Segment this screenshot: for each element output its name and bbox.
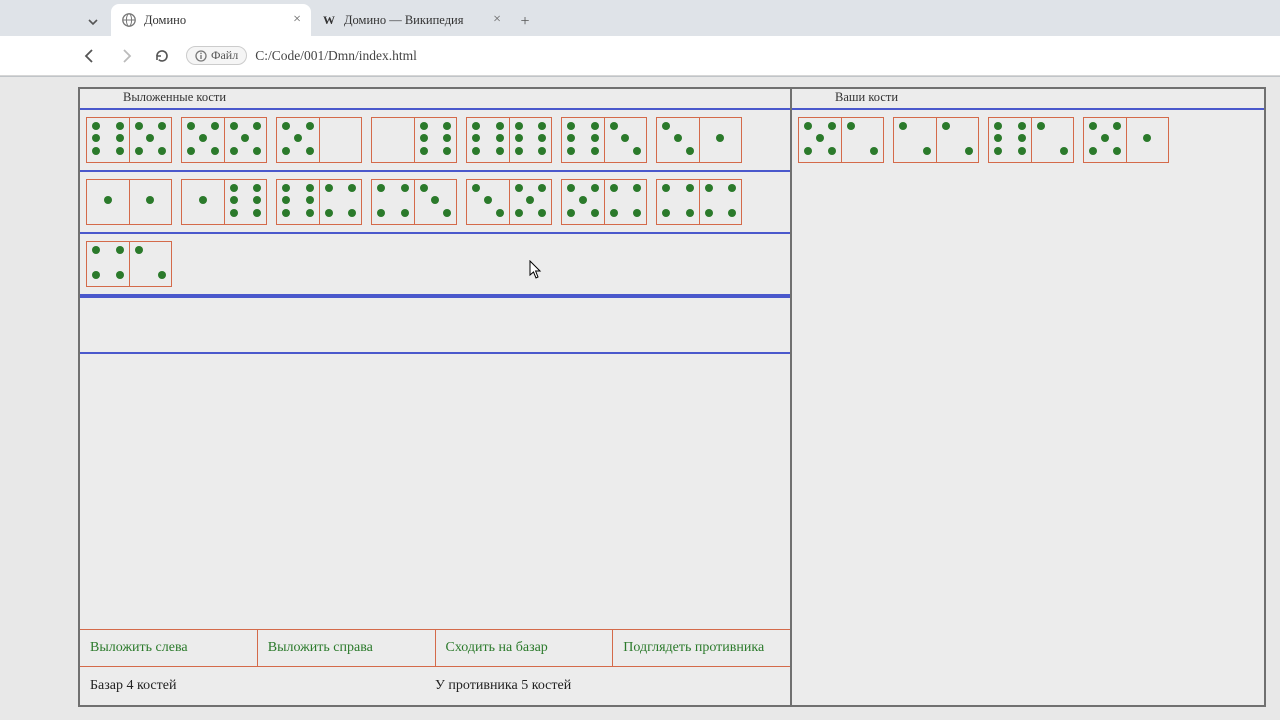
action-place-left[interactable]: Выложить слева: [80, 630, 258, 666]
domino-tile: [466, 117, 552, 163]
domino-half: [562, 118, 604, 162]
played-row: [80, 170, 790, 234]
status-bazaar: Базар 4 костей: [90, 678, 435, 694]
domino-half: [509, 118, 551, 162]
hand-row: [792, 108, 1264, 170]
panel-played: Выложенные кости Выложить слева Выложить…: [80, 89, 792, 705]
domino-half: [894, 118, 936, 162]
domino-tile: [656, 179, 742, 225]
domino-tile: [656, 117, 742, 163]
domino-tile[interactable]: [798, 117, 884, 163]
domino-half: [604, 118, 646, 162]
action-bar: Выложить слева Выложить справа Сходить н…: [80, 629, 790, 667]
domino-tile: [181, 117, 267, 163]
domino-half: [129, 242, 171, 286]
domino-half: [1126, 118, 1168, 162]
domino-half: [372, 118, 414, 162]
domino-half: [224, 118, 266, 162]
domino-half: [604, 180, 646, 224]
browser-chrome: Домино × W Домино — Википедия × + Файл C…: [0, 0, 1280, 77]
domino-half: [87, 242, 129, 286]
domino-half: [129, 180, 171, 224]
played-header: Выложенные кости: [80, 89, 790, 108]
domino-tile: [466, 179, 552, 225]
page-body: Выложенные кости Выложить слева Выложить…: [0, 77, 1280, 719]
played-row-empty: [80, 296, 790, 354]
domino-tile: [561, 117, 647, 163]
tab-wikipedia[interactable]: W Домино — Википедия ×: [311, 4, 511, 36]
domino-tile[interactable]: [893, 117, 979, 163]
domino-half: [277, 118, 319, 162]
tab-title: Домино — Википедия: [344, 13, 486, 28]
action-go-bazaar[interactable]: Сходить на базар: [436, 630, 614, 666]
game-board: Выложенные кости Выложить слева Выложить…: [78, 87, 1266, 707]
back-button[interactable]: [78, 44, 102, 68]
reload-button[interactable]: [150, 44, 174, 68]
domino-half: [319, 118, 361, 162]
url-text: C:/Code/001/Dmn/index.html: [255, 48, 417, 64]
domino-half: [319, 180, 361, 224]
panel-hand: Ваши кости: [792, 89, 1264, 705]
domino-tile[interactable]: [988, 117, 1074, 163]
domino-tile: [561, 179, 647, 225]
domino-half: [936, 118, 978, 162]
domino-half: [182, 118, 224, 162]
domino-half: [562, 180, 604, 224]
domino-tile: [86, 117, 172, 163]
url-bar: Файл C:/Code/001/Dmn/index.html: [0, 36, 1280, 76]
tab-title: Домино: [144, 13, 286, 28]
status-bar: Базар 4 костей У противника 5 костей: [80, 667, 790, 705]
domino-half: [372, 180, 414, 224]
domino-half: [509, 180, 551, 224]
action-place-right[interactable]: Выложить справа: [258, 630, 436, 666]
forward-button[interactable]: [114, 44, 138, 68]
tab-bar: Домино × W Домино — Википедия × +: [0, 0, 1280, 36]
domino-tile: [371, 117, 457, 163]
close-icon[interactable]: ×: [493, 12, 501, 28]
domino-half: [841, 118, 883, 162]
tab-domino[interactable]: Домино ×: [111, 4, 311, 36]
domino-tile: [371, 179, 457, 225]
domino-half: [799, 118, 841, 162]
domino-half: [129, 118, 171, 162]
domino-half: [657, 118, 699, 162]
played-row: [80, 232, 790, 296]
close-icon[interactable]: ×: [293, 12, 301, 28]
new-tab-button[interactable]: +: [511, 8, 539, 36]
domino-half: [182, 180, 224, 224]
played-rows: [80, 108, 790, 296]
status-opponent: У противника 5 костей: [435, 678, 780, 694]
domino-half: [467, 118, 509, 162]
domino-tile: [86, 179, 172, 225]
domino-tile: [276, 117, 362, 163]
domino-half: [699, 180, 741, 224]
domino-half: [657, 180, 699, 224]
domino-half: [699, 118, 741, 162]
domino-tile: [86, 241, 172, 287]
domino-half: [277, 180, 319, 224]
url-field[interactable]: Файл C:/Code/001/Dmn/index.html: [186, 46, 1268, 65]
domino-half: [467, 180, 509, 224]
domino-tile[interactable]: [1083, 117, 1169, 163]
domino-half: [414, 118, 456, 162]
domino-tile: [276, 179, 362, 225]
tab-dropdown-icon[interactable]: [78, 8, 108, 36]
domino-half: [87, 180, 129, 224]
wikipedia-icon: W: [321, 12, 337, 28]
globe-icon: [121, 12, 137, 28]
hand-header: Ваши кости: [792, 89, 1264, 108]
file-badge: Файл: [186, 46, 247, 65]
action-peek-opponent[interactable]: Подглядеть противника: [613, 630, 790, 666]
domino-half: [224, 180, 266, 224]
domino-half: [414, 180, 456, 224]
domino-half: [1084, 118, 1126, 162]
domino-tile: [181, 179, 267, 225]
domino-half: [989, 118, 1031, 162]
file-badge-label: Файл: [211, 48, 238, 63]
domino-half: [1031, 118, 1073, 162]
domino-half: [87, 118, 129, 162]
played-row: [80, 108, 790, 172]
